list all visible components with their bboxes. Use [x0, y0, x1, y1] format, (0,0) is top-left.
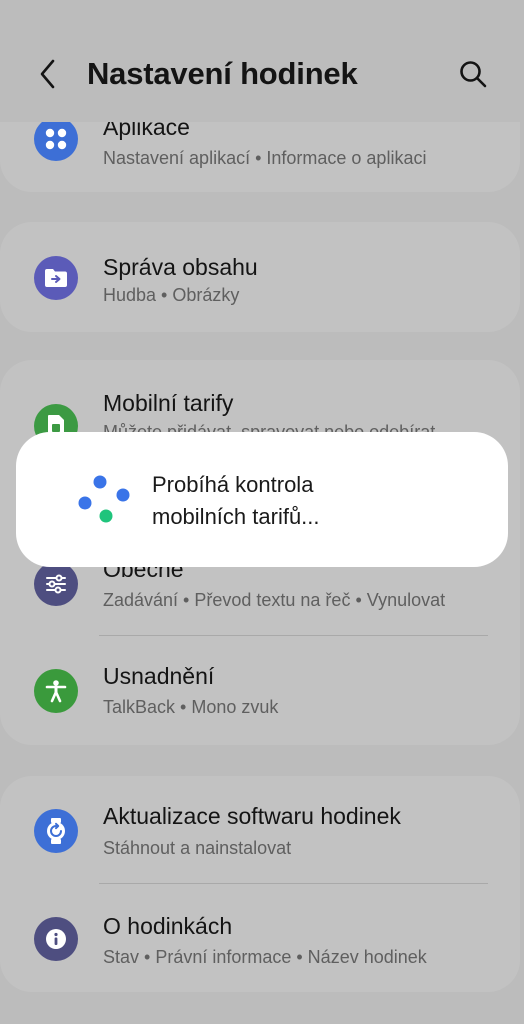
dialog-message: Probíhá kontrola mobilních tarifů... [152, 469, 320, 533]
item-subtitle: Zadávání • Převod textu na řeč • Vynulov… [103, 590, 446, 610]
list-item-software-update[interactable]: Aktualizace softwaru hodinek Stáhnout a … [0, 776, 520, 886]
chevron-left-icon [40, 59, 55, 89]
item-subtitle: TalkBack • Mono zvuk [103, 697, 279, 717]
screen: Aplikace Nastavení aplikací • Informace … [0, 0, 524, 1024]
list-item-content-management[interactable]: Správa obsahu Hudba • Obrázky [0, 222, 520, 332]
back-button[interactable] [26, 52, 70, 96]
item-subtitle: Stáhnout a nainstalovat [103, 838, 292, 858]
info-icon [34, 917, 78, 961]
accessibility-icon [34, 669, 78, 713]
item-title: Správa obsahu [103, 254, 258, 280]
item-title: Aktualizace softwaru hodinek [103, 803, 401, 829]
loading-spinner-icon [78, 475, 130, 523]
content-transfer-icon [34, 256, 78, 300]
apps-grid-icon [34, 117, 78, 161]
progress-dialog: Probíhá kontrola mobilních tarifů... [16, 432, 508, 567]
item-subtitle: Stav • Právní informace • Název hodinek [103, 947, 427, 967]
search-button[interactable] [451, 52, 495, 96]
item-title: O hodinkách [103, 913, 233, 939]
item-subtitle: Nastavení aplikací • Informace o aplikac… [103, 148, 427, 168]
divider [99, 635, 488, 636]
watch-update-icon [34, 809, 78, 853]
item-title: Mobilní tarify [103, 390, 234, 416]
search-icon [460, 61, 487, 88]
item-title: Usnadnění [103, 663, 215, 689]
list-item-about-watch[interactable]: O hodinkách Stav • Právní informace • Ná… [0, 884, 520, 992]
sliders-icon [34, 562, 78, 606]
card-content: Správa obsahu Hudba • Obrázky [0, 222, 520, 332]
list-item-accessibility[interactable]: Usnadnění TalkBack • Mono zvuk [0, 637, 520, 745]
card-about: Aktualizace softwaru hodinek Stáhnout a … [0, 776, 520, 992]
page-title: Nastavení hodinek [87, 56, 358, 91]
dialog-message-line-1: Probíhá kontrola [152, 472, 314, 497]
top-app-bar: Nastavení hodinek [0, 0, 524, 122]
item-subtitle: Hudba • Obrázky [103, 285, 240, 305]
dialog-message-line-2: mobilních tarifů... [152, 504, 320, 529]
